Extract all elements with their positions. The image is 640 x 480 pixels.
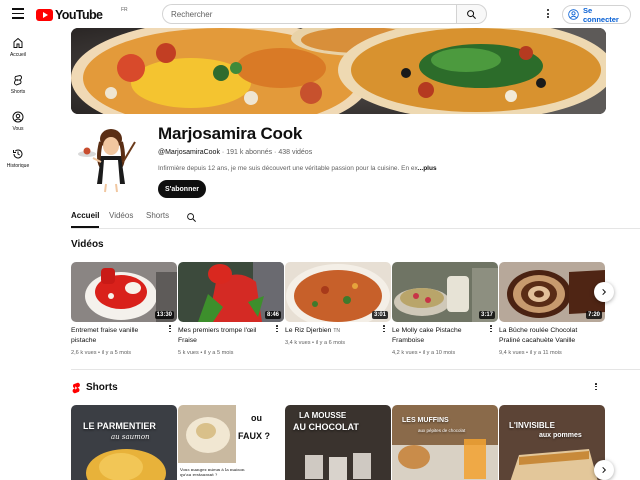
search-input[interactable]: Rechercher	[162, 4, 457, 24]
short-subtitle: aux pommes	[539, 432, 582, 439]
chevron-right-icon	[602, 288, 607, 296]
shorts-icon	[14, 75, 23, 86]
video-thumbnail[interactable]: 13:30	[71, 262, 177, 322]
video-thumbnail[interactable]: 3:17	[392, 262, 498, 322]
sidebar-item-label: Shorts	[10, 89, 26, 95]
channel-handle: @MarjosamiraCook	[158, 149, 220, 156]
short-thumbnail[interactable]: LE PARMENTIER au saumon	[71, 405, 177, 480]
short-subtitle: AU CHOCOLAT	[293, 422, 359, 432]
sidebar-item-label: Accueil	[9, 52, 27, 58]
play-logo-icon	[36, 9, 53, 21]
logo-country: FR	[121, 7, 128, 13]
signin-label: Se connecter	[582, 5, 619, 24]
videos-next-button[interactable]	[594, 282, 614, 302]
search-icon	[467, 9, 477, 19]
channel-tabs: Accueil Vidéos Shorts	[71, 206, 640, 229]
short-caption: Vous mangez mieux à la maison qu'au rest…	[180, 467, 245, 477]
sidebar-item-home[interactable]: Accueil	[0, 28, 36, 65]
sidebar-item-shorts[interactable]: Shorts	[0, 65, 36, 102]
more-link[interactable]: ...plus	[418, 165, 437, 172]
video-meta: 9,4 k vues • il y a 11 mois	[499, 350, 562, 356]
video-country-tag: TN	[333, 328, 341, 334]
invisible-apple-cake-short-image	[499, 405, 605, 480]
logo-text: YouTube	[55, 8, 103, 22]
channel-stats: · 191 k abonnés · 438 vidéos	[219, 149, 313, 156]
video-duration: 3:01	[371, 311, 388, 319]
short-title: LA MOUSSE	[299, 411, 347, 420]
user-icon	[12, 111, 24, 123]
tab-home[interactable]: Accueil	[71, 211, 100, 228]
video-title[interactable]: Le Molly cake Pistache Framboise	[392, 326, 486, 345]
video-title[interactable]: La Bûche roulée Chocolat Praliné cacahuè…	[499, 326, 593, 345]
short-subtitle: FAUX ?	[238, 431, 271, 441]
video-title[interactable]: Mes premiers trompe l'œil Fraise	[178, 326, 272, 345]
home-icon	[13, 37, 23, 48]
chevron-right-icon	[602, 466, 607, 474]
short-title: LE PARMENTIER	[83, 421, 156, 431]
channel-banner	[71, 28, 606, 114]
video-menu-kebab-icon[interactable]	[275, 325, 279, 335]
sidebar-item-label: Historique	[6, 163, 30, 169]
video-thumbnail[interactable]: 8:46	[178, 262, 284, 322]
video-menu-kebab-icon[interactable]	[168, 325, 172, 335]
youtube-logo[interactable]: YouTube FR	[36, 7, 128, 22]
history-icon	[13, 149, 23, 159]
sidebar-item-you[interactable]: Vous	[0, 102, 36, 139]
short-subtitle: aux pépites de chocolat	[418, 428, 466, 433]
sidebar-item-label: Vous	[12, 126, 24, 132]
video-duration: 3:17	[478, 311, 495, 319]
tab-search-icon[interactable]	[186, 210, 197, 228]
shorts-logo-icon	[72, 382, 80, 394]
channel-name: Marjosamira Cook	[158, 124, 303, 143]
menu-icon[interactable]	[12, 8, 24, 19]
chef-cartoon-avatar	[71, 122, 147, 198]
channel-avatar	[71, 122, 147, 198]
short-thumbnail[interactable]: LES MUFFINS aux pépites de chocolat	[392, 405, 498, 480]
video-duration: 13:30	[154, 311, 174, 319]
video-menu-kebab-icon[interactable]	[382, 325, 386, 335]
short-thumbnail[interactable]: ou FAUX ? Vous mangez mieux à la maison …	[178, 405, 284, 480]
short-thumbnail[interactable]: L'INVISIBLE aux pommes	[499, 405, 605, 480]
short-title: LES MUFFINS	[402, 417, 449, 424]
sidebar-item-history[interactable]: Historique	[0, 139, 36, 176]
shorts-section-title: Shorts	[86, 382, 118, 393]
video-meta: 5 k vues • il y a 5 mois	[178, 350, 234, 356]
channel-meta: @MarjosamiraCook · 191 k abonnés · 438 v…	[158, 149, 312, 156]
short-subtitle: au saumon	[111, 433, 150, 441]
video-duration: 7:20	[585, 311, 602, 319]
settings-kebab-icon[interactable]	[545, 9, 551, 20]
parmentier-short-image	[71, 405, 177, 480]
sidebar: Accueil Shorts Vous Historique	[0, 28, 36, 176]
video-thumbnail[interactable]: 3:01	[285, 262, 391, 322]
shorts-menu-kebab-icon[interactable]	[594, 383, 598, 393]
short-thumbnail[interactable]: LA MOUSSE AU CHOCOLAT	[285, 405, 391, 480]
channel-description[interactable]: Infirmière depuis 12 ans, je me suis déc…	[158, 165, 437, 172]
video-meta: 4,2 k vues • il y a 10 mois	[392, 350, 456, 356]
subscribe-button[interactable]: S'abonner	[158, 180, 206, 198]
videos-section-title: Vidéos	[71, 239, 104, 250]
shorts-next-button[interactable]	[594, 460, 614, 480]
video-duration: 8:46	[264, 311, 281, 319]
tab-shorts[interactable]: Shorts	[146, 211, 169, 220]
account-icon	[568, 9, 579, 20]
video-title-text: Le Riz Djerbien	[285, 327, 332, 334]
video-menu-kebab-icon[interactable]	[489, 325, 493, 335]
description-text: Infirmière depuis 12 ans, je me suis déc…	[158, 165, 418, 172]
video-title[interactable]: Le Riz Djerbien TN	[285, 326, 379, 337]
video-meta: 3,4 k vues • il y a 6 mois	[285, 340, 346, 346]
signin-button[interactable]: Se connecter	[562, 5, 631, 24]
video-meta: 2,6 k vues • il y a 5 mois	[71, 350, 132, 356]
short-title: ou	[251, 413, 262, 423]
video-title[interactable]: Entremet fraise vanille pistache	[71, 326, 165, 345]
search-button[interactable]	[456, 4, 487, 24]
pizza-banner-image	[71, 28, 606, 114]
tab-videos[interactable]: Vidéos	[109, 211, 133, 220]
section-divider	[71, 369, 640, 370]
top-bar: YouTube FR Rechercher Se connecter	[0, 0, 640, 28]
short-title: L'INVISIBLE	[509, 421, 555, 430]
video-thumbnail[interactable]: 7:20	[499, 262, 605, 322]
